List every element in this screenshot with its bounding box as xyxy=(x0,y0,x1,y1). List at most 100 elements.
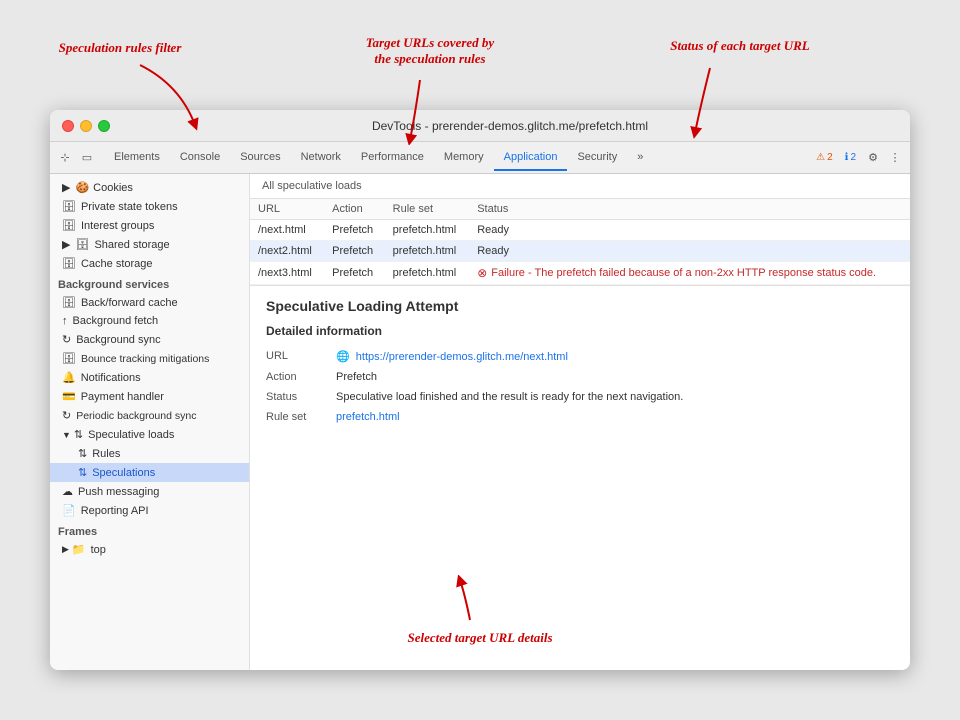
detail-row-action: Action Prefetch xyxy=(266,367,894,387)
fetch-icon: ↑ xyxy=(62,315,68,327)
sync-icon: ↻ xyxy=(62,333,71,346)
cell-url: /next3.html xyxy=(250,262,324,285)
minimize-button[interactable] xyxy=(80,120,92,132)
speculative-table: URL Action Rule set Status /next.htmlPre… xyxy=(250,199,910,285)
storage-icon-2: 🗄 xyxy=(62,219,76,232)
warning-badge: ⚠ 2 xyxy=(812,151,837,164)
speculative-icon: ⇅ xyxy=(74,428,83,441)
table-row[interactable]: /next.htmlPrefetchprefetch.htmlReady xyxy=(250,220,910,241)
cell-url: /next2.html xyxy=(250,241,324,262)
sidebar-item-shared-storage[interactable]: ▶ 🗄 Shared storage xyxy=(50,235,249,254)
bounce-icon: 🗄 xyxy=(62,352,76,365)
detail-label-url: URL xyxy=(266,350,336,362)
devtools-toolbar: ⊹ ▭ Elements Console Sources Network Per… xyxy=(50,142,910,174)
sidebar-item-rules[interactable]: ⇅ Rules xyxy=(50,444,249,463)
detail-subtitle: Detailed information xyxy=(266,324,894,338)
sidebar-item-push-messaging[interactable]: ☁ Push messaging xyxy=(50,482,249,501)
sidebar-item-periodic-sync[interactable]: ↻ Periodic background sync xyxy=(50,406,249,425)
devtools-tabs: Elements Console Sources Network Perform… xyxy=(104,145,812,171)
cell-ruleset: prefetch.html xyxy=(385,220,470,241)
annotation-status: Status of each target URL xyxy=(640,38,840,54)
payment-icon: 💳 xyxy=(62,390,76,403)
table-row[interactable]: /next2.htmlPrefetchprefetch.htmlReady xyxy=(250,241,910,262)
sidebar-item-background-fetch[interactable]: ↑ Background fetch xyxy=(50,312,249,330)
more-options-icon[interactable]: ⋮ xyxy=(886,149,904,167)
device-icon[interactable]: ▭ xyxy=(78,149,96,167)
frame-folder-icon: 📁 xyxy=(72,543,86,556)
cell-action: Prefetch xyxy=(324,262,385,285)
detail-row-status: Status Speculative load finished and the… xyxy=(266,387,894,407)
tab-performance[interactable]: Performance xyxy=(351,145,434,171)
sidebar-item-private-state-tokens[interactable]: 🗄 Private state tokens xyxy=(50,197,249,216)
cursor-icon[interactable]: ⊹ xyxy=(56,149,74,167)
sidebar-item-speculations[interactable]: ⇅ Speculations xyxy=(50,463,249,482)
traffic-lights xyxy=(62,120,110,132)
expand-speculative-icon: ▼ xyxy=(62,430,71,440)
tab-elements[interactable]: Elements xyxy=(104,145,170,171)
detail-row-ruleset: Rule set prefetch.html xyxy=(266,407,894,427)
detail-panel: Speculative Loading Attempt Detailed inf… xyxy=(250,285,910,670)
expand-frames-icon: ▶ xyxy=(62,544,69,555)
detail-ruleset-link[interactable]: prefetch.html xyxy=(336,411,400,423)
sidebar-item-back-forward-cache[interactable]: 🗄 Back/forward cache xyxy=(50,293,249,312)
detail-url-link[interactable]: https://prerender-demos.glitch.me/next.h… xyxy=(356,351,568,363)
annotation-target-urls: Target URLs covered by the speculation r… xyxy=(340,35,520,67)
sidebar-item-bounce-tracking[interactable]: 🗄 Bounce tracking mitigations xyxy=(50,349,249,368)
sidebar-item-cookies[interactable]: ▶ 🍪 Cookies xyxy=(50,178,249,197)
cell-action: Prefetch xyxy=(324,220,385,241)
tab-security[interactable]: Security xyxy=(567,145,627,171)
expand-shared-storage: ▶ xyxy=(62,238,70,251)
detail-value-status: Speculative load finished and the result… xyxy=(336,391,894,403)
tab-memory[interactable]: Memory xyxy=(434,145,494,171)
detail-value-action: Prefetch xyxy=(336,371,894,383)
notifications-icon: 🔔 xyxy=(62,371,76,384)
detail-label-action: Action xyxy=(266,371,336,383)
tab-application[interactable]: Application xyxy=(494,145,568,171)
tab-console[interactable]: Console xyxy=(170,145,230,171)
table-row[interactable]: /next3.htmlPrefetchprefetch.html⊗ Failur… xyxy=(250,262,910,285)
sidebar-item-notifications[interactable]: 🔔 Notifications xyxy=(50,368,249,387)
sidebar-item-speculative-loads[interactable]: ▼ ⇅ Speculative loads xyxy=(50,425,249,444)
reporting-icon: 📄 xyxy=(62,504,76,517)
sidebar-item-interest-groups[interactable]: 🗄 Interest groups xyxy=(50,216,249,235)
detail-label-status: Status xyxy=(266,391,336,403)
periodic-sync-icon: ↻ xyxy=(62,409,71,422)
info-badge: ℹ 2 xyxy=(841,151,860,164)
detail-row-url: URL 🌐 https://prerender-demos.glitch.me/… xyxy=(266,346,894,367)
detail-title: Speculative Loading Attempt xyxy=(266,298,894,314)
rules-icon: ⇅ xyxy=(78,447,87,460)
close-button[interactable] xyxy=(62,120,74,132)
storage-icon-4: 🗄 xyxy=(62,257,76,270)
detail-value-ruleset: prefetch.html xyxy=(336,411,894,423)
devtools-body: ▶ 🍪 Cookies 🗄 Private state tokens 🗄 Int… xyxy=(50,174,910,670)
maximize-button[interactable] xyxy=(98,120,110,132)
tab-more[interactable]: » xyxy=(627,145,653,171)
tab-sources[interactable]: Sources xyxy=(230,145,290,171)
sidebar-item-payment-handler[interactable]: 💳 Payment handler xyxy=(50,387,249,406)
storage-icon-1: 🗄 xyxy=(62,200,76,213)
settings-icon[interactable]: ⚙ xyxy=(864,149,882,167)
cache-icon: 🗄 xyxy=(62,296,76,309)
sidebar-item-background-sync[interactable]: ↻ Background sync xyxy=(50,330,249,349)
cell-ruleset: prefetch.html xyxy=(385,262,470,285)
browser-window: DevTools - prerender-demos.glitch.me/pre… xyxy=(50,110,910,670)
detail-value-url: 🌐 https://prerender-demos.glitch.me/next… xyxy=(336,350,894,363)
tab-network[interactable]: Network xyxy=(291,145,351,171)
detail-label-ruleset: Rule set xyxy=(266,411,336,423)
sidebar-item-frames-top[interactable]: ▶ 📁 top xyxy=(50,540,249,559)
globe-icon: 🌐 xyxy=(336,351,350,363)
panel-header: All speculative loads xyxy=(250,174,910,199)
cell-url: /next.html xyxy=(250,220,324,241)
col-status: Status xyxy=(469,199,910,220)
storage-icon-3: 🗄 xyxy=(75,238,89,251)
cell-action: Prefetch xyxy=(324,241,385,262)
sidebar-item-reporting-api[interactable]: 📄 Reporting API xyxy=(50,501,249,520)
background-services-label: Background services xyxy=(50,273,249,293)
push-icon: ☁ xyxy=(62,485,73,498)
cell-status: ⊗ Failure - The prefetch failed because … xyxy=(469,262,910,285)
window-title: DevTools - prerender-demos.glitch.me/pre… xyxy=(122,119,898,133)
speculations-icon: ⇅ xyxy=(78,466,87,479)
title-bar: DevTools - prerender-demos.glitch.me/pre… xyxy=(50,110,910,142)
col-rule-set: Rule set xyxy=(385,199,470,220)
sidebar-item-cache-storage[interactable]: 🗄 Cache storage xyxy=(50,254,249,273)
